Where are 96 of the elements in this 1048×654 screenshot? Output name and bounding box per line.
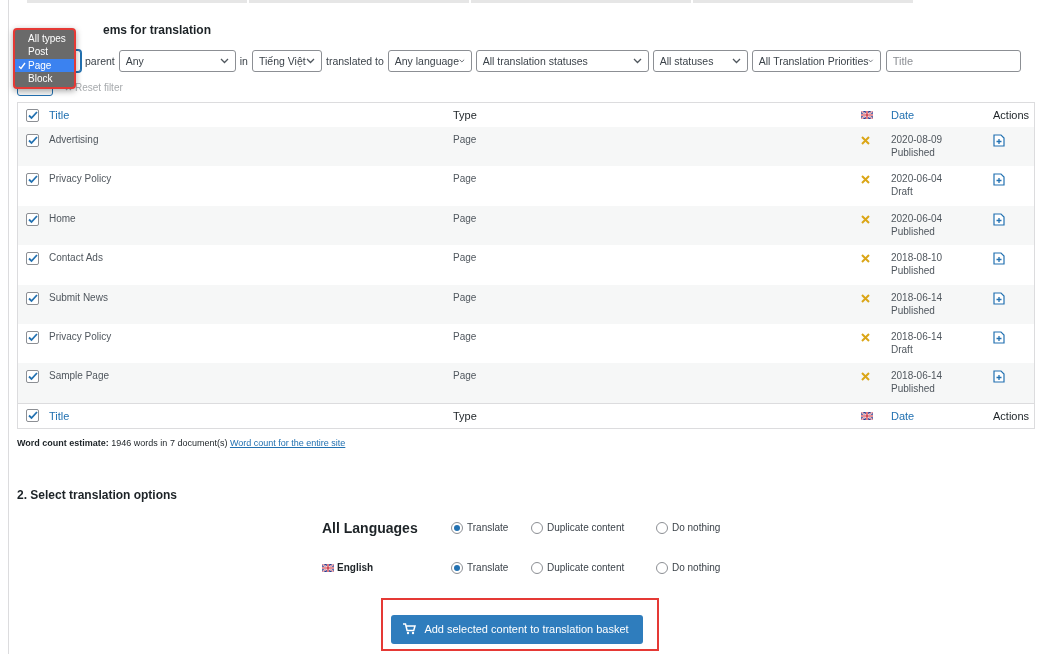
menu-item[interactable]: All types — [15, 32, 74, 46]
column-header: Actions — [993, 409, 1030, 422]
checkbox[interactable] — [26, 252, 39, 266]
status-cell-text: Published — [891, 383, 936, 395]
status-cell-text: Published — [891, 225, 936, 237]
column-header: Type — [453, 409, 477, 422]
section-heading: ems for translation — [103, 23, 213, 39]
flag-icon — [322, 563, 334, 572]
radio-option[interactable]: Translate — [451, 521, 531, 534]
add-to-basket-button[interactable]: Add selected content to translation basket — [391, 614, 643, 644]
date-cell-text: 2020-06-04 — [891, 173, 944, 185]
table-cell: Page — [453, 173, 477, 185]
radio-button[interactable] — [451, 561, 463, 574]
word-count-text: Word count estimate: 1946 words in 7 document(s) Word count for the entire site — [17, 437, 347, 448]
table-cell: Page — [453, 134, 477, 145]
status-cell-text: Draft — [891, 186, 914, 198]
language-label: English — [337, 562, 374, 574]
column-header-link[interactable]: Title — [49, 109, 70, 121]
add-document-icon[interactable] — [993, 173, 1005, 187]
flag-icon — [861, 111, 873, 119]
flag-icon — [861, 411, 873, 420]
add-document-icon[interactable] — [993, 134, 1005, 147]
add-document-icon[interactable] — [993, 370, 1005, 384]
add-document-icon[interactable] — [993, 330, 1005, 344]
checkbox[interactable] — [26, 370, 39, 384]
filter-label: translated to — [325, 55, 384, 67]
select-field[interactable]: All Translation Priorities — [751, 50, 881, 72]
date-cell-text: 2018-06-14 — [891, 291, 944, 303]
title-field[interactable]: Title — [885, 50, 1021, 72]
chevron-down-icon — [219, 58, 229, 64]
radio-option[interactable]: Do nothing — [656, 521, 721, 534]
checkbox[interactable] — [26, 212, 39, 226]
table-cell: Page — [453, 370, 477, 382]
table-cell: Page — [453, 330, 477, 342]
radio-button[interactable] — [656, 521, 668, 534]
select-field[interactable]: All translation statuses — [475, 50, 649, 72]
radio-option[interactable]: Duplicate content — [531, 561, 656, 574]
date-cell-text: 2018-06-14 — [891, 330, 944, 342]
radio-button[interactable] — [656, 561, 668, 574]
chevron-down-icon — [632, 58, 642, 64]
radio-option[interactable]: Duplicate content — [531, 521, 656, 534]
radio-button[interactable] — [531, 561, 543, 574]
select-field[interactable]: Any — [118, 50, 236, 72]
table-cell: Privacy Policy — [49, 330, 112, 342]
add-document-icon[interactable] — [993, 212, 1005, 226]
table-cell: Sample Page — [49, 370, 110, 382]
filter-label: parent — [85, 55, 115, 67]
chevron-down-icon — [459, 58, 465, 64]
table-cell: Page — [453, 212, 477, 224]
add-document-icon[interactable] — [993, 252, 1005, 266]
status-cell-text: Published — [891, 265, 936, 277]
date-cell-text: 2018-08-10 — [891, 252, 944, 264]
table-cell: Contact Ads — [49, 252, 103, 264]
select-field[interactable]: Tiếng Việt — [251, 50, 322, 72]
column-header-link[interactable]: Date — [891, 409, 915, 422]
table-cell: Page — [453, 291, 477, 303]
checkbox[interactable] — [26, 409, 39, 423]
status-cell-text: Draft — [891, 343, 914, 355]
chevron-down-icon — [731, 58, 741, 64]
date-cell-text: 2020-08-09 — [891, 134, 944, 145]
column-header: Actions — [993, 109, 1030, 121]
table-cell: Advertising — [49, 134, 99, 145]
radio-option[interactable]: Translate — [451, 561, 531, 574]
select-field[interactable]: Any language — [387, 50, 472, 72]
date-cell-text: 2020-06-04 — [891, 212, 944, 224]
checkbox[interactable] — [26, 173, 39, 187]
checkbox[interactable] — [26, 108, 39, 122]
radio-option[interactable]: Do nothing — [656, 561, 721, 574]
menu-item[interactable]: Post — [15, 45, 74, 59]
checkbox[interactable] — [26, 330, 39, 344]
column-header: Type — [453, 109, 477, 121]
filter-label: in — [239, 55, 248, 67]
section-heading: 2. Select translation options — [17, 487, 179, 502]
add-document-icon[interactable] — [993, 291, 1005, 305]
checkbox[interactable] — [26, 291, 39, 305]
menu-item[interactable]: Block — [15, 71, 74, 86]
column-header-link[interactable]: Date — [891, 109, 915, 121]
table-cell: Page — [453, 252, 477, 264]
table-cell: Submit News — [49, 291, 108, 303]
status-cell-text: Published — [891, 304, 936, 316]
table-cell: Home — [49, 212, 76, 224]
column-header-link[interactable]: Title — [49, 409, 70, 422]
checkmark-icon — [18, 61, 26, 70]
cart-icon — [403, 623, 417, 636]
chevron-down-icon — [305, 58, 315, 64]
checkbox[interactable] — [26, 134, 39, 147]
date-cell-text: 2018-06-14 — [891, 370, 944, 382]
status-cell-text: Published — [891, 147, 936, 158]
radio-button[interactable] — [531, 521, 543, 534]
select-field[interactable]: All statuses — [652, 50, 748, 72]
menu-item[interactable]: Page — [15, 58, 74, 72]
language-label: All Languages — [322, 519, 418, 536]
radio-button[interactable] — [451, 521, 463, 534]
chevron-down-icon — [868, 58, 874, 64]
table-cell: Privacy Policy — [49, 173, 112, 185]
word-count-link[interactable]: Word count for the entire site — [229, 437, 346, 448]
